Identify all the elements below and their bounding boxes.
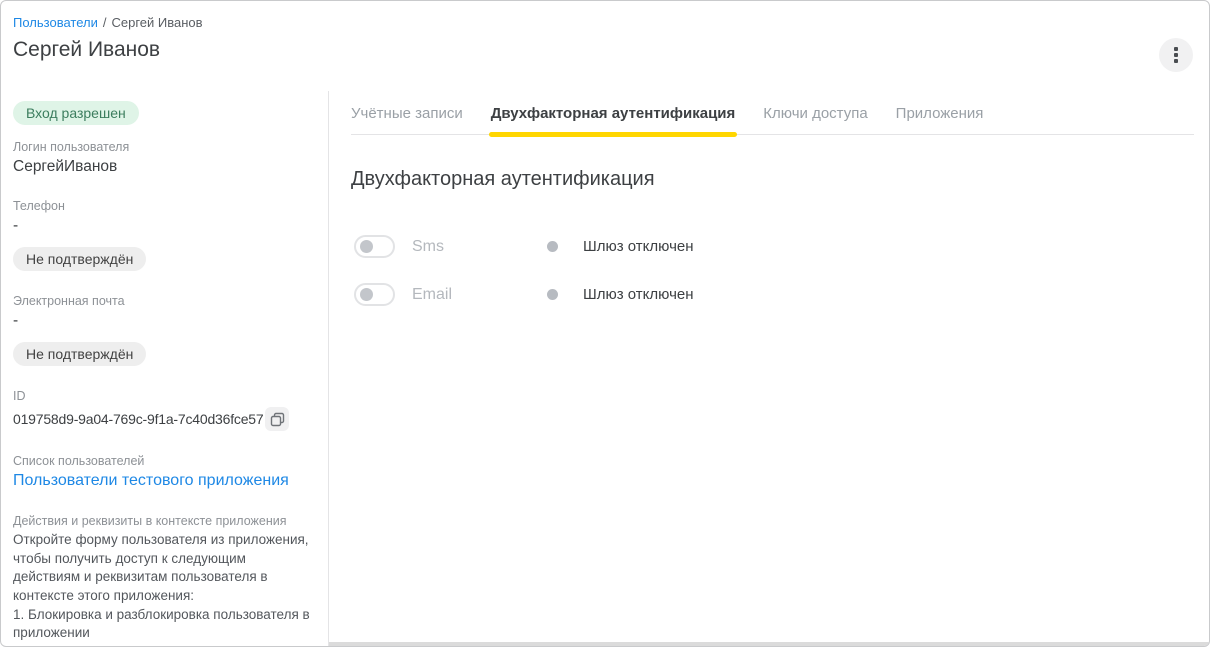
field-value: СергейИванов bbox=[13, 158, 316, 176]
main-content: Учётные записи Двухфакторная аутентифика… bbox=[329, 91, 1209, 647]
field-phone: Телефон - Не подтверждён bbox=[13, 199, 316, 271]
note-item: 2. Доступность HTTP-сервисов приложения bbox=[13, 643, 316, 647]
field-label: Список пользователей bbox=[13, 454, 316, 468]
copy-icon bbox=[270, 412, 285, 427]
field-login: Логин пользователя СергейИванов bbox=[13, 140, 316, 176]
page-title: Сергей Иванов bbox=[13, 38, 1193, 62]
method-label: Sms bbox=[412, 238, 547, 256]
tab-bar: Учётные записи Двухфакторная аутентифика… bbox=[351, 91, 1194, 135]
toggle-knob-icon bbox=[360, 288, 373, 301]
user-id-value: 019758d9-9a04-769c-9f1a-7c40d36fce57 bbox=[13, 411, 263, 427]
field-label: Телефон bbox=[13, 199, 316, 213]
gateway-status: Шлюз отключен bbox=[583, 238, 694, 255]
field-label: Электронная почта bbox=[13, 294, 316, 308]
login-allowed-badge: Вход разрешен bbox=[13, 101, 139, 125]
status-dot-icon bbox=[547, 289, 558, 300]
method-row-email: Email Шлюз отключен bbox=[351, 283, 1194, 306]
breadcrumb-users-link[interactable]: Пользователи bbox=[13, 15, 98, 30]
breadcrumb: Пользователи / Сергей Иванов bbox=[13, 15, 1193, 30]
method-row-sms: Sms Шлюз отключен bbox=[351, 235, 1194, 258]
method-label: Email bbox=[412, 286, 547, 304]
user-detail-page: Пользователи / Сергей Иванов Сергей Иванов… bbox=[0, 0, 1210, 647]
note-item: 1. Блокировка и разблокировка пользовате… bbox=[13, 606, 316, 643]
user-list-link[interactable]: Пользователи тестового приложения bbox=[13, 472, 289, 490]
field-email: Электронная почта - Не подтверждён bbox=[13, 294, 316, 366]
note-intro: Откройте форму пользователя из приложени… bbox=[13, 531, 316, 606]
tab-access-keys[interactable]: Ключи доступа bbox=[763, 105, 867, 134]
phone-unconfirmed-badge: Не подтверждён bbox=[13, 247, 146, 271]
field-value: - bbox=[13, 312, 316, 330]
two-factor-methods: Sms Шлюз отключен Email Шлюз отключен bbox=[351, 235, 1194, 306]
context-note-text: Откройте форму пользователя из приложени… bbox=[13, 531, 316, 647]
field-id: ID 019758d9-9a04-769c-9f1a-7c40d36fce57 bbox=[13, 389, 316, 431]
user-info-sidebar: Вход разрешен Логин пользователя СергейИ… bbox=[1, 91, 329, 647]
more-actions-button[interactable] bbox=[1159, 38, 1193, 72]
gateway-status: Шлюз отключен bbox=[583, 286, 694, 303]
toggle-knob-icon bbox=[360, 240, 373, 253]
tab-two-factor-auth[interactable]: Двухфакторная аутентификация bbox=[491, 105, 736, 134]
kebab-menu-icon bbox=[1174, 47, 1178, 51]
copy-id-button[interactable] bbox=[265, 407, 289, 431]
body: Вход разрешен Логин пользователя СергейИ… bbox=[1, 91, 1209, 647]
field-label: ID bbox=[13, 389, 316, 403]
breadcrumb-separator: / bbox=[103, 15, 107, 30]
field-label: Логин пользователя bbox=[13, 140, 316, 154]
breadcrumb-current: Сергей Иванов bbox=[111, 15, 202, 30]
context-note-label: Действия и реквизиты в контексте приложе… bbox=[13, 514, 316, 528]
field-user-list: Список пользователей Пользователи тестов… bbox=[13, 454, 316, 490]
section-heading: Двухфакторная аутентификация bbox=[351, 168, 1194, 191]
status-dot-icon bbox=[547, 241, 558, 252]
tab-accounts[interactable]: Учётные записи bbox=[351, 105, 463, 134]
tab-applications[interactable]: Приложения bbox=[896, 105, 984, 134]
email-unconfirmed-badge: Не подтверждён bbox=[13, 342, 146, 366]
page-header: Пользователи / Сергей Иванов Сергей Иванов bbox=[1, 1, 1209, 91]
sms-toggle[interactable] bbox=[354, 235, 395, 258]
email-toggle[interactable] bbox=[354, 283, 395, 306]
field-value: - bbox=[13, 217, 316, 235]
